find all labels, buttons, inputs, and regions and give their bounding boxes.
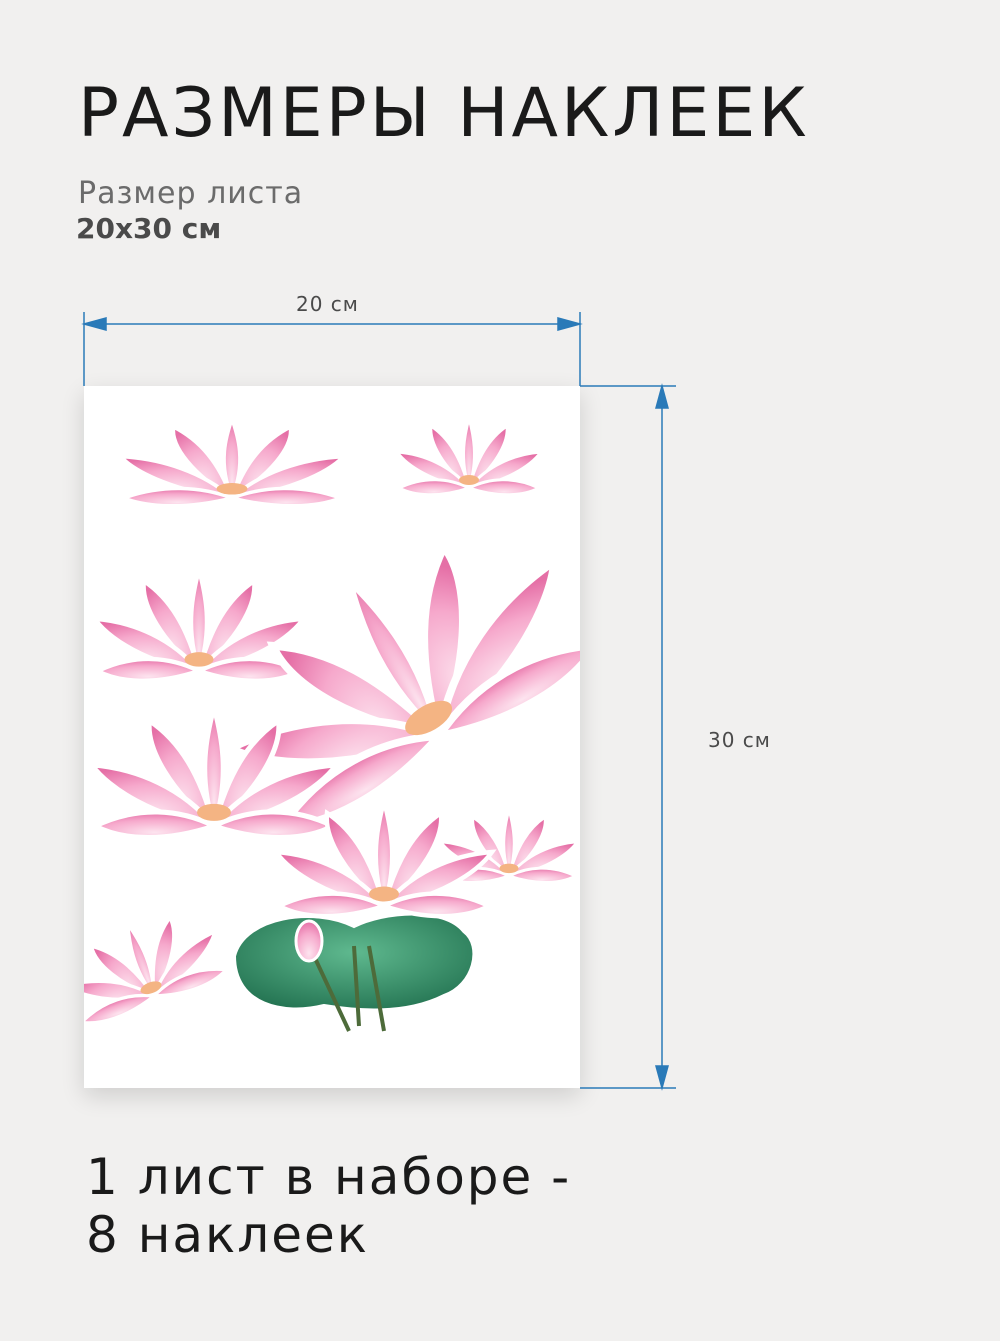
footer-text: 1 лист в наборе - 8 наклеек: [86, 1148, 571, 1264]
footer-line-2: 8 наклеек: [86, 1206, 369, 1264]
footer-line-1: 1 лист в наборе -: [86, 1148, 572, 1206]
dimension-arrows: [81, 312, 676, 1091]
